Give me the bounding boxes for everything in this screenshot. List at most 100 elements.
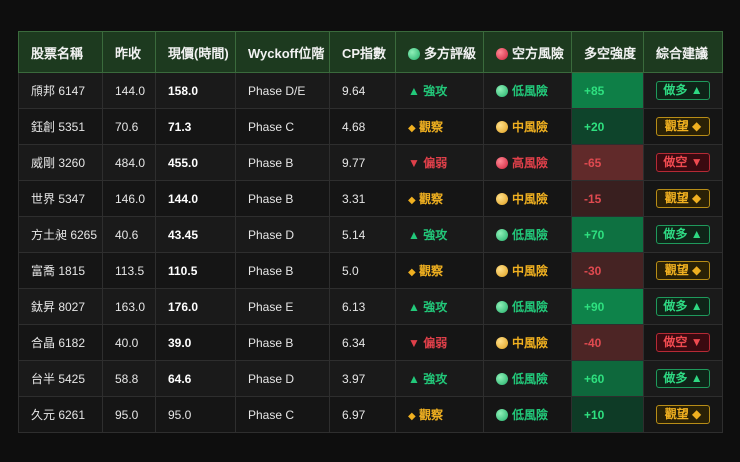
wyckoff-phase: Phase D/E — [235, 72, 330, 109]
rating-label: 偏弱 — [423, 336, 448, 350]
bull-rating: ▲ 強攻 — [395, 72, 484, 109]
advice-cell: 做空 ▼ — [643, 144, 723, 181]
table-row[interactable]: 威剛 3260 484.0 455.0 Phase B 9.77 ▼ 偏弱 高風險 -65 做空… — [18, 144, 723, 181]
risk-dot-icon — [496, 85, 508, 97]
header-cp-index[interactable]: CP指數 — [329, 31, 396, 73]
table-row[interactable]: 久元 6261 95.0 95.0 Phase C 6.97 ◆ 觀察 低風險 +10 觀望 ◆ — [18, 396, 723, 433]
risk-label: 低風險 — [512, 84, 549, 98]
rating-icon: ▲ — [408, 372, 420, 386]
header-bear-risk[interactable]: 空方風險 — [483, 31, 572, 73]
table-row[interactable]: 富喬 1815 113.5 110.5 Phase B 5.0 ◆ 觀察 中風險 -30 觀望 … — [18, 252, 723, 289]
bull-rating: ◆ 觀察 — [395, 108, 484, 145]
stock-name: 合晶 6182 — [18, 324, 103, 361]
red-dot-icon — [496, 47, 508, 60]
advice-badge[interactable]: 觀望 ◆ — [656, 405, 710, 424]
risk-label: 中風險 — [512, 192, 549, 206]
risk-dot-icon — [496, 121, 508, 133]
advice-cell: 做多 ▲ — [643, 288, 723, 325]
current-price: 71.3 — [155, 108, 236, 145]
header-strength[interactable]: 多空強度 — [571, 31, 644, 73]
bear-risk: 低風險 — [483, 396, 572, 433]
bear-risk: 高風險 — [483, 144, 572, 181]
table-row[interactable]: 台半 5425 58.8 64.6 Phase D 3.97 ▲ 強攻 低風險 +60 做多 ▲ — [18, 360, 723, 397]
advice-cell: 做多 ▲ — [643, 360, 723, 397]
bear-risk: 中風險 — [483, 324, 572, 361]
prev-close: 58.8 — [102, 360, 156, 397]
prev-close: 484.0 — [102, 144, 156, 181]
table-row[interactable]: 方土昶 6265 40.6 43.45 Phase D 5.14 ▲ 強攻 低風險 +70 做多… — [18, 216, 723, 253]
advice-badge[interactable]: 觀望 ◆ — [656, 117, 710, 136]
rating-label: 觀察 — [419, 264, 444, 278]
header-row: 股票名稱 昨收 現價(時間) Wyckoff位階 CP指數 多方評級 空方風險 … — [18, 31, 723, 73]
header-price[interactable]: 現價(時間) — [155, 31, 236, 73]
advice-cell: 做多 ▲ — [643, 72, 723, 109]
bear-risk: 低風險 — [483, 216, 572, 253]
rating-icon: ▲ — [408, 300, 420, 314]
bull-rating: ▼ 偏弱 — [395, 324, 484, 361]
advice-cell: 觀望 ◆ — [643, 180, 723, 217]
stock-name: 鈺創 5351 — [18, 108, 103, 145]
risk-dot-icon — [496, 229, 508, 241]
table-row[interactable]: 合晶 6182 40.0 39.0 Phase B 6.34 ▼ 偏弱 中風險 -40 做空 ▼ — [18, 324, 723, 361]
green-dot-icon — [408, 47, 420, 60]
rating-icon: ◆ — [408, 411, 416, 422]
advice-badge[interactable]: 做多 ▲ — [656, 369, 710, 388]
current-price: 43.45 — [155, 216, 236, 253]
prev-close: 163.0 — [102, 288, 156, 325]
bear-risk: 中風險 — [483, 180, 572, 217]
wyckoff-phase: Phase B — [235, 324, 330, 361]
rating-icon: ◆ — [408, 195, 416, 206]
advice-badge[interactable]: 做空 ▼ — [656, 153, 710, 172]
bull-rating: ▲ 強攻 — [395, 216, 484, 253]
current-price: 158.0 — [155, 72, 236, 109]
table-row[interactable]: 鈺創 5351 70.6 71.3 Phase C 4.68 ◆ 觀察 中風險 +20 觀望 ◆ — [18, 108, 723, 145]
wyckoff-phase: Phase C — [235, 396, 330, 433]
cp-index: 4.68 — [329, 108, 396, 145]
cp-index: 6.34 — [329, 324, 396, 361]
header-bull-rating[interactable]: 多方評級 — [395, 31, 484, 73]
stock-name: 久元 6261 — [18, 396, 103, 433]
rating-icon: ▼ — [408, 156, 420, 170]
header-stock-name[interactable]: 股票名稱 — [18, 31, 103, 73]
rating-icon: ◆ — [408, 123, 416, 134]
strength-cell: +90 — [571, 288, 644, 325]
risk-dot-icon — [496, 157, 508, 169]
header-prev-close[interactable]: 昨收 — [102, 31, 156, 73]
rating-icon: ▲ — [408, 228, 420, 242]
bull-rating: ▲ 強攻 — [395, 360, 484, 397]
bear-risk: 中風險 — [483, 108, 572, 145]
advice-badge[interactable]: 觀望 ◆ — [656, 261, 710, 280]
advice-cell: 觀望 ◆ — [643, 252, 723, 289]
risk-dot-icon — [496, 373, 508, 385]
rating-label: 觀察 — [419, 408, 444, 422]
rating-label: 強攻 — [423, 84, 448, 98]
table-row[interactable]: 鈦昇 8027 163.0 176.0 Phase E 6.13 ▲ 強攻 低風險 +90 做多… — [18, 288, 723, 325]
wyckoff-phase: Phase C — [235, 108, 330, 145]
risk-label: 低風險 — [512, 372, 549, 386]
wyckoff-phase: Phase D — [235, 360, 330, 397]
advice-badge[interactable]: 觀望 ◆ — [656, 189, 710, 208]
prev-close: 95.0 — [102, 396, 156, 433]
strength-cell: +60 — [571, 360, 644, 397]
header-wyckoff[interactable]: Wyckoff位階 — [235, 31, 330, 73]
wyckoff-phase: Phase B — [235, 180, 330, 217]
cp-index: 3.31 — [329, 180, 396, 217]
current-price: 455.0 — [155, 144, 236, 181]
current-price: 110.5 — [155, 252, 236, 289]
wyckoff-phase: Phase B — [235, 252, 330, 289]
advice-badge[interactable]: 做多 ▲ — [656, 297, 710, 316]
advice-badge[interactable]: 做空 ▼ — [656, 333, 710, 352]
table-row[interactable]: 頎邦 6147 144.0 158.0 Phase D/E 9.64 ▲ 強攻 低風險 +85… — [18, 72, 723, 109]
table-row[interactable]: 世界 5347 146.0 144.0 Phase B 3.31 ◆ 觀察 中風險 -15 觀望… — [18, 180, 723, 217]
bear-risk: 低風險 — [483, 360, 572, 397]
advice-badge[interactable]: 做多 ▲ — [656, 225, 710, 244]
strength-cell: -15 — [571, 180, 644, 217]
advice-badge[interactable]: 做多 ▲ — [656, 81, 710, 100]
risk-label: 中風險 — [512, 336, 549, 350]
header-advice[interactable]: 綜合建議 — [643, 31, 723, 73]
bull-rating: ◆ 觀察 — [395, 396, 484, 433]
cp-index: 6.97 — [329, 396, 396, 433]
risk-label: 低風險 — [512, 228, 549, 242]
prev-close: 40.6 — [102, 216, 156, 253]
prev-close: 113.5 — [102, 252, 156, 289]
